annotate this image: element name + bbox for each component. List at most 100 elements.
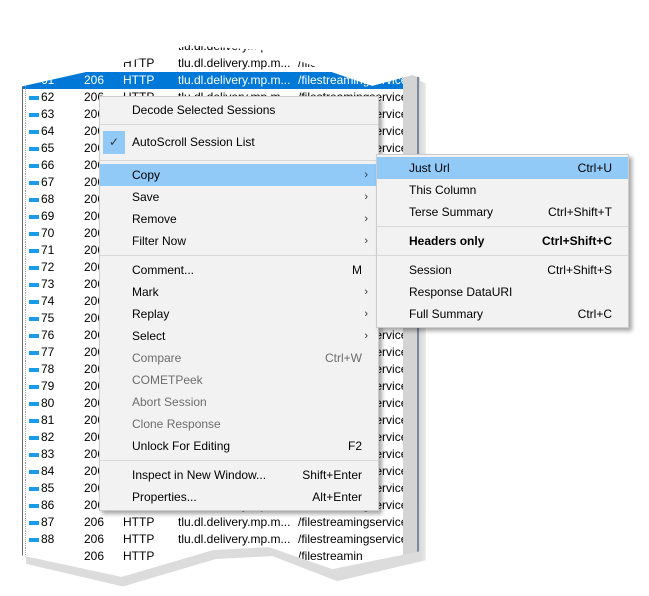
session-id: 82: [41, 430, 55, 444]
chevron-right-icon: ›: [364, 191, 368, 203]
session-id: 74: [41, 294, 55, 308]
session-id: 87: [41, 515, 55, 529]
session-row[interactable]: 61 206 HTTP tlu.dl.delivery.mp.m... /filestr…: [23, 72, 403, 89]
session-type-icon: [29, 147, 39, 151]
menu-item-inspect-in-new-window[interactable]: Inspect in New Window... Shift+Enter: [100, 464, 378, 486]
menu-item-label: Save: [132, 190, 160, 204]
session-result: 206: [84, 73, 105, 87]
session-type-icon: [29, 402, 39, 406]
session-result: 206: [84, 22, 105, 36]
menu-item-save[interactable]: Save ›: [100, 186, 378, 208]
session-id: 69: [41, 209, 55, 223]
menu-separator: [100, 160, 378, 161]
menu-item-label: Unlock For Editing: [132, 439, 231, 453]
session-row[interactable]: 87 206 HTTP tlu.dl.delivery.mp.m... /filestr…: [23, 514, 403, 531]
session-url: /filestreamingservice/f: [298, 532, 403, 546]
menu-item-filter-now[interactable]: Filter Now ›: [100, 230, 378, 252]
menu-item-decode-selected-sessions[interactable]: Decode Selected Sessions: [100, 99, 378, 121]
session-id: 70: [41, 226, 55, 240]
session-row[interactable]: 60 206 HTTP tlu.dl.delivery.mp.m... /filestr…: [23, 55, 403, 72]
menu-item-select[interactable]: Select ›: [100, 325, 378, 347]
menu-item-terse-summary[interactable]: Terse Summary Ctrl+Shift+T: [377, 201, 628, 223]
session-id: 62: [41, 90, 55, 104]
session-result: 206: [84, 39, 105, 53]
session-host: tlu.dl.delivery.mp.m...: [178, 532, 291, 546]
session-type-icon: [29, 300, 39, 304]
menu-item-label: Filter Now: [132, 234, 187, 248]
session-result: 206: [84, 56, 105, 70]
menu-item-shortcut: F2: [347, 439, 362, 453]
menu-item-label: Session: [409, 263, 452, 277]
menu-item-shortcut: Ctrl+C: [577, 307, 612, 321]
tree-line: [25, 45, 34, 55]
session-id: 59: [41, 39, 55, 53]
menu-item-label: Response DataURI: [409, 285, 513, 299]
session-type-icon: [29, 470, 39, 474]
menu-item-properties[interactable]: Properties... Alt+Enter: [100, 486, 378, 508]
menu-item-abort-session: Abort Session: [100, 391, 378, 413]
session-id: 78: [41, 362, 55, 376]
session-type-icon: [29, 96, 39, 100]
menu-item-label: Comment...: [132, 263, 195, 277]
menu-item-shortcut: Ctrl+W: [325, 351, 362, 365]
session-id: 79: [41, 379, 55, 393]
session-type-icon: [29, 453, 39, 457]
session-result: 206: [84, 515, 105, 529]
session-id: 85: [41, 481, 55, 495]
session-protocol: HTTP: [123, 56, 155, 70]
menu-item-label: Mark: [132, 285, 159, 299]
menu-item-shortcut: Ctrl+Shift+C: [541, 234, 612, 248]
session-type-icon: [29, 45, 39, 49]
menu-separator: [100, 124, 378, 125]
session-protocol: HTTP: [123, 549, 155, 563]
session-type-icon: [29, 487, 39, 491]
menu-item-autoscroll-session-list[interactable]: ✓ AutoScroll Session List: [100, 128, 378, 157]
session-type-icon: [29, 436, 39, 440]
menu-item-copy[interactable]: Copy ›: [100, 164, 378, 186]
menu-item-label: This Column: [409, 183, 477, 197]
menu-item-full-summary[interactable]: Full Summary Ctrl+C: [377, 303, 628, 325]
menu-item-replay[interactable]: Replay ›: [100, 303, 378, 325]
session-type-icon: [29, 62, 39, 66]
menu-item-label: Just Url: [409, 161, 450, 175]
menu-item-session[interactable]: Session Ctrl+Shift+S: [377, 259, 628, 281]
menu-item-label: Full Summary: [409, 307, 484, 321]
session-id: 71: [41, 243, 55, 257]
menu-item-mark[interactable]: Mark ›: [100, 281, 378, 303]
menu-item-label: Compare: [132, 351, 182, 365]
session-type-icon: [29, 28, 39, 32]
session-type-icon: [29, 538, 39, 542]
menu-item-this-column[interactable]: This Column: [377, 179, 628, 201]
session-protocol: HTTP: [123, 22, 155, 36]
session-host: tlu.dl.delivery.mp.m...: [178, 39, 291, 53]
menu-item-shortcut: Ctrl+Shift+S: [547, 263, 612, 277]
session-type-icon: [29, 368, 39, 372]
copy-submenu: Just Url Ctrl+U This Column Terse Summary Ct…: [376, 154, 629, 328]
session-row[interactable]: 88 206 HTTP tlu.dl.delivery.mp.m... /filestr…: [23, 531, 403, 548]
session-protocol: HTTP: [123, 73, 155, 87]
menu-item-comment[interactable]: Comment... M: [100, 259, 378, 281]
session-row[interactable]: 59 206 HTTP tlu.dl.delivery.mp.m... /filestr…: [23, 39, 403, 55]
menu-item-response-datauri[interactable]: Response DataURI: [377, 281, 628, 303]
menu-item-just-url[interactable]: Just Url Ctrl+U: [377, 157, 628, 179]
menu-item-shortcut: Ctrl+U: [577, 161, 612, 175]
session-host: tlu.dl.delivery.mp.m...: [178, 73, 291, 87]
tree-line: [25, 21, 34, 38]
session-type-icon: [29, 351, 39, 355]
session-type-icon: [29, 266, 39, 270]
menu-item-headers-only[interactable]: Headers only Ctrl+Shift+C: [377, 230, 628, 252]
menu-item-unlock-for-editing[interactable]: Unlock For Editing F2: [100, 435, 378, 457]
session-url: /filestreamingservice/f: [298, 39, 403, 53]
chevron-right-icon: ›: [364, 213, 368, 225]
menu-item-label: Headers only: [409, 234, 485, 248]
menu-item-shortcut: Shift+Enter: [302, 468, 362, 482]
session-host: tlu.dl.delivery.mp.m...: [178, 56, 291, 70]
session-type-icon: [29, 79, 39, 83]
session-row[interactable]: 58 206 HTTP tlu.dl.delivery.mp.m... /filestr…: [23, 21, 403, 38]
menu-item-label: Replay: [132, 307, 170, 321]
session-id: 86: [41, 498, 55, 512]
session-host: tlu.dl.delivery.mp.m...: [178, 22, 291, 36]
menu-item-remove[interactable]: Remove ›: [100, 208, 378, 230]
menu-item-shortcut: M: [352, 263, 362, 277]
session-result: 206: [84, 549, 105, 563]
